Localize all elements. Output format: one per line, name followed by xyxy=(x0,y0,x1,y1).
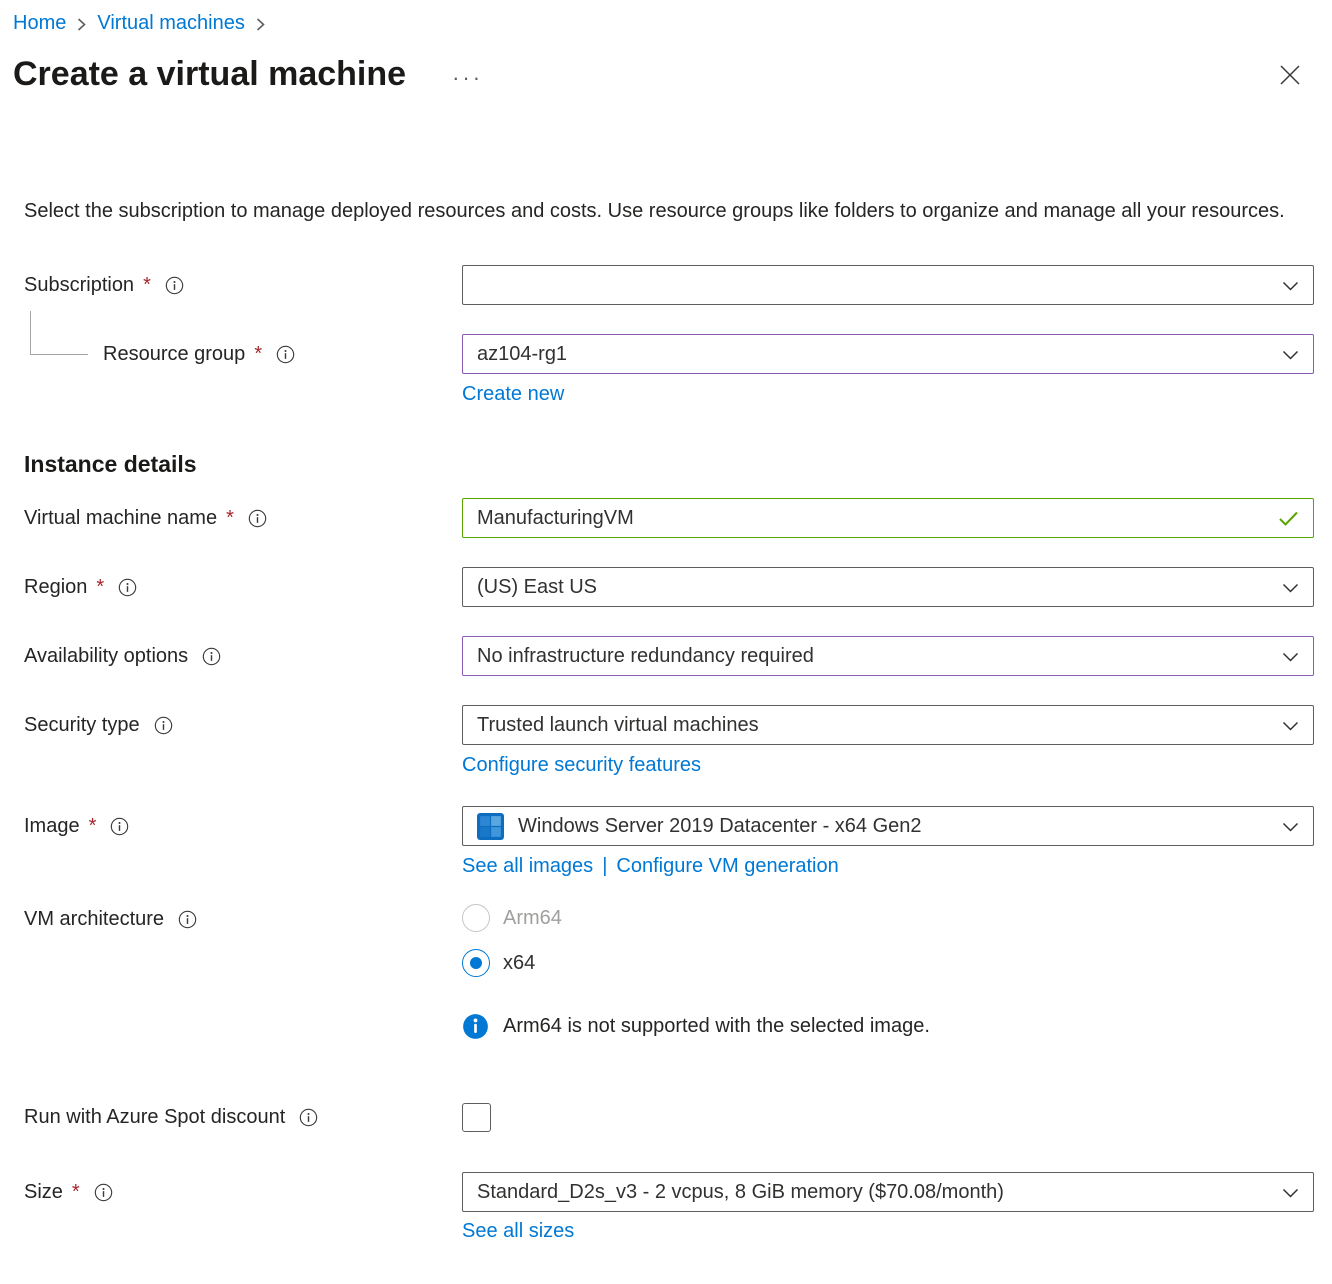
chevron-right-icon xyxy=(76,17,87,32)
resource-group-label: Resource group * xyxy=(24,334,462,374)
info-icon[interactable] xyxy=(299,1108,318,1127)
info-icon[interactable] xyxy=(178,910,197,929)
title-bar: Create a virtual machine ··· xyxy=(13,55,1314,94)
breadcrumb-virtual-machines[interactable]: Virtual machines xyxy=(97,12,244,35)
required-asterisk: * xyxy=(89,815,97,838)
see-all-images-link[interactable]: See all images xyxy=(462,855,593,878)
info-icon[interactable] xyxy=(165,276,184,295)
form-content: Select the subscription to manage deploy… xyxy=(24,196,1314,1243)
intro-text: Select the subscription to manage deploy… xyxy=(24,196,1286,227)
availability-options-row: Availability options No infrastructure r… xyxy=(24,636,1314,676)
close-icon[interactable] xyxy=(1274,59,1306,91)
spot-discount-checkbox[interactable] xyxy=(462,1103,491,1132)
info-icon[interactable] xyxy=(276,345,295,364)
configure-vm-generation-link[interactable]: Configure VM generation xyxy=(616,855,838,878)
radio-x64[interactable]: x64 xyxy=(462,949,1314,977)
region-label: Region * xyxy=(24,567,462,607)
resource-group-value: az104-rg1 xyxy=(477,343,1270,366)
required-asterisk: * xyxy=(72,1181,80,1204)
radio-arm64[interactable]: Arm64 xyxy=(462,904,1314,932)
create-vm-page: Home Virtual machines Create a virtual m… xyxy=(0,0,1332,1243)
region-row: Region * (US) East US xyxy=(24,567,1314,607)
image-row: Image * xyxy=(24,806,1314,878)
size-label: Size * xyxy=(24,1172,462,1212)
chevron-down-icon xyxy=(1282,649,1299,663)
info-icon[interactable] xyxy=(118,578,137,597)
vm-name-label: Virtual machine name * xyxy=(24,498,462,538)
radio-icon xyxy=(462,904,490,932)
image-label: Image * xyxy=(24,806,462,846)
link-separator: | xyxy=(602,855,607,878)
vm-name-input[interactable]: ManufacturingVM xyxy=(462,498,1314,538)
required-asterisk: * xyxy=(143,274,151,297)
chevron-down-icon xyxy=(1282,278,1299,292)
size-row: Size * Standard_D2s_v3 - 2 vcpus, 8 GiB … xyxy=(24,1172,1314,1243)
instance-details-heading: Instance details xyxy=(24,451,1314,478)
spot-discount-label: Run with Azure Spot discount xyxy=(24,1102,462,1132)
required-asterisk: * xyxy=(96,576,104,599)
resource-group-dropdown[interactable]: az104-rg1 xyxy=(462,334,1314,374)
radio-arm64-label: Arm64 xyxy=(503,907,562,930)
size-dropdown[interactable]: Standard_D2s_v3 - 2 vcpus, 8 GiB memory … xyxy=(462,1172,1314,1212)
availability-options-value: No infrastructure redundancy required xyxy=(477,645,1270,668)
availability-options-label: Availability options xyxy=(24,636,462,676)
create-new-link[interactable]: Create new xyxy=(462,383,564,405)
page-title: Create a virtual machine xyxy=(13,55,406,94)
security-type-value: Trusted launch virtual machines xyxy=(477,714,1270,737)
image-dropdown[interactable]: Windows Server 2019 Datacenter - x64 Gen… xyxy=(462,806,1314,846)
vm-architecture-row: VM architecture Arm64 x64 xyxy=(24,904,1314,1040)
region-value: (US) East US xyxy=(477,576,1270,599)
security-type-row: Security type Trusted launch virtual mac… xyxy=(24,705,1314,777)
radio-icon xyxy=(462,949,490,977)
windows-logo-icon xyxy=(477,813,504,840)
radio-x64-label: x64 xyxy=(503,952,535,975)
breadcrumb-home[interactable]: Home xyxy=(13,12,66,35)
security-type-dropdown[interactable]: Trusted launch virtual machines xyxy=(462,705,1314,745)
image-value: Windows Server 2019 Datacenter - x64 Gen… xyxy=(518,815,1270,838)
info-icon[interactable] xyxy=(110,817,129,836)
info-icon[interactable] xyxy=(154,716,173,735)
region-dropdown[interactable]: (US) East US xyxy=(462,567,1314,607)
resource-group-row: Resource group * az104-rg1 Create new xyxy=(24,334,1314,406)
subscription-row: Subscription * xyxy=(24,265,1314,305)
vm-architecture-label: VM architecture xyxy=(24,904,462,934)
info-icon[interactable] xyxy=(202,647,221,666)
availability-options-dropdown[interactable]: No infrastructure redundancy required xyxy=(462,636,1314,676)
subscription-dropdown[interactable] xyxy=(462,265,1314,305)
chevron-down-icon xyxy=(1282,1185,1299,1199)
spot-discount-row: Run with Azure Spot discount xyxy=(24,1102,1314,1132)
size-value: Standard_D2s_v3 - 2 vcpus, 8 GiB memory … xyxy=(477,1181,1270,1204)
chevron-down-icon xyxy=(1282,580,1299,594)
vm-architecture-radio-group: Arm64 x64 xyxy=(462,904,1314,977)
chevron-down-icon xyxy=(1282,347,1299,361)
breadcrumb: Home Virtual machines xyxy=(13,10,1314,35)
required-asterisk: * xyxy=(254,343,262,366)
vm-name-value: ManufacturingVM xyxy=(477,507,1266,530)
arm64-info-text: Arm64 is not supported with the selected… xyxy=(503,1015,930,1038)
info-filled-icon xyxy=(462,1013,489,1040)
arm64-info-message: Arm64 is not supported with the selected… xyxy=(462,1013,1314,1040)
vm-name-row: Virtual machine name * ManufacturingVM xyxy=(24,498,1314,538)
chevron-right-icon xyxy=(255,17,266,32)
required-asterisk: * xyxy=(226,507,234,530)
chevron-down-icon xyxy=(1282,718,1299,732)
more-options-button[interactable]: ··· xyxy=(452,59,483,91)
security-type-label: Security type xyxy=(24,705,462,745)
info-icon[interactable] xyxy=(94,1183,113,1202)
subscription-label: Subscription * xyxy=(24,265,462,305)
info-icon[interactable] xyxy=(248,509,267,528)
valid-check-icon xyxy=(1278,510,1299,527)
configure-security-features-link[interactable]: Configure security features xyxy=(462,754,701,776)
chevron-down-icon xyxy=(1282,819,1299,833)
see-all-sizes-link[interactable]: See all sizes xyxy=(462,1220,574,1242)
